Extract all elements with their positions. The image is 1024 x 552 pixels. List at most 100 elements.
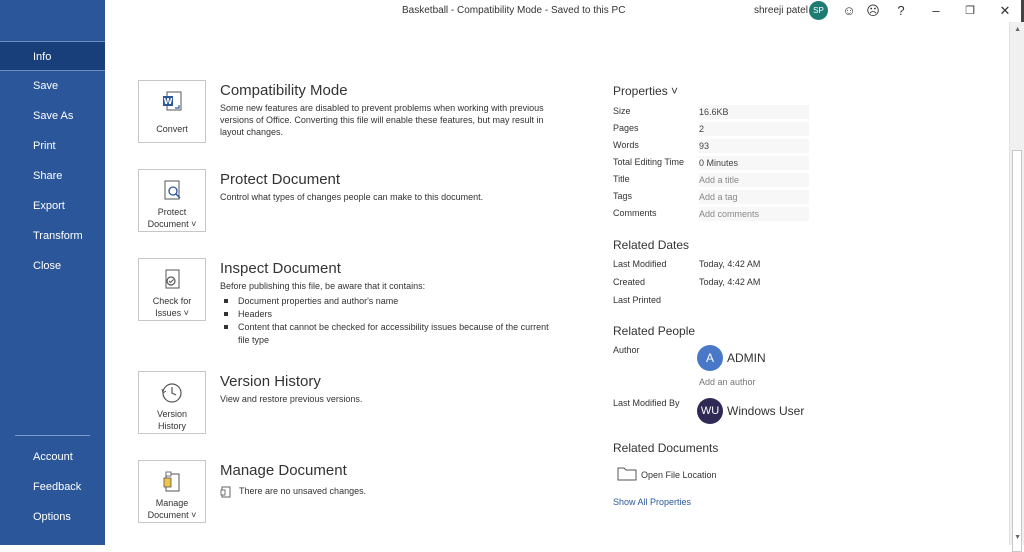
help-icon[interactable]: ? [892, 2, 910, 20]
related-dates-heading: Related Dates [613, 238, 690, 252]
author-label: Author [613, 345, 640, 355]
prop-tags-label: Tags [613, 191, 633, 201]
created-label: Created [613, 277, 646, 287]
modified-by-name[interactable]: Windows User [727, 404, 804, 418]
window-title: Basketball - Compatibility Mode - Saved … [402, 5, 626, 16]
checklist-icon [165, 269, 180, 289]
last-modified-by-label: Last Modified By [613, 398, 680, 408]
title-bar: Basketball - Compatibility Mode - Saved … [105, 0, 1024, 22]
nav-close[interactable]: Close [0, 251, 105, 281]
check-for-issues-button[interactable]: Check for Issues ˅ [138, 258, 206, 321]
manage-desc: There are no unsaved changes. [239, 486, 367, 496]
prop-editing-time-label: Total Editing Time [613, 157, 685, 167]
version-desc: View and restore previous versions. [220, 394, 363, 404]
manage-label-2: Document ˅ [147, 510, 197, 520]
nav-info[interactable]: Info [0, 41, 105, 71]
manage-doc-icon [163, 471, 180, 492]
version-section: Version History View and restore previou… [220, 373, 560, 405]
version-label-1: Version [156, 409, 188, 419]
nav-print[interactable]: Print [0, 131, 105, 161]
created-value: Today, 4:42 AM [699, 277, 761, 287]
manage-title: Manage Document [220, 462, 347, 479]
compat-desc: Some new features are disabled to preven… [220, 103, 544, 137]
manage-desc-row: There are no unsaved changes. [220, 485, 560, 498]
inspect-section: Inspect Document Before publishing this … [220, 260, 560, 347]
inspect-bullet: Headers [220, 308, 560, 321]
show-all-properties-link[interactable]: Show All Properties [613, 497, 691, 507]
lock-search-icon [164, 180, 181, 200]
properties-heading[interactable]: Properties ˅ [613, 84, 678, 98]
scroll-down-icon[interactable]: ▼ [1014, 534, 1021, 541]
version-label-2: History [157, 421, 186, 431]
manage-document-button[interactable]: Manage Document ˅ [138, 460, 206, 523]
nav-feedback[interactable]: Feedback [0, 472, 105, 502]
prop-title-label: Title [613, 174, 630, 184]
prop-size-value: 16.6KB [699, 105, 809, 119]
protect-label-2: Document ˅ [147, 219, 197, 229]
nav-options[interactable]: Options [0, 502, 105, 532]
version-history-button[interactable]: Version History [138, 371, 206, 434]
nav-transform[interactable]: Transform [0, 221, 105, 251]
protect-label-1: Protect [157, 207, 187, 217]
inspect-desc: Before publishing this file, be aware th… [220, 281, 426, 291]
author-avatar[interactable]: A [697, 345, 723, 371]
protect-desc: Control what types of changes people can… [220, 192, 484, 202]
nav-separator [15, 435, 90, 436]
last-modified-value: Today, 4:42 AM [699, 259, 761, 269]
prop-editing-time-value: 0 Minutes [699, 156, 809, 170]
related-people-heading: Related People [613, 324, 696, 338]
inspect-bullet: Document properties and author's name [220, 295, 560, 308]
folder-icon [617, 465, 637, 481]
frown-icon[interactable]: ☹ [864, 2, 882, 20]
nav-share[interactable]: Share [0, 161, 105, 191]
convert-doc-icon: W [163, 91, 182, 111]
last-printed-label: Last Printed [613, 295, 662, 305]
check-label-1: Check for [152, 296, 192, 306]
prop-comments-label: Comments [613, 208, 657, 218]
restore-icon[interactable]: ❐ [961, 2, 979, 20]
user-name[interactable]: shreeji patel [754, 5, 808, 16]
compat-title: Compatibility Mode [220, 82, 348, 99]
nav-export[interactable]: Export [0, 191, 105, 221]
prop-size-label: Size [613, 106, 631, 116]
compat-section: Compatibility Mode Some new features are… [220, 82, 560, 138]
svg-text:W: W [164, 97, 173, 106]
nav-save[interactable]: Save [0, 71, 105, 101]
protect-section: Protect Document Control what types of c… [220, 171, 560, 203]
check-label-2: Issues ˅ [155, 308, 189, 318]
protect-title: Protect Document [220, 171, 341, 188]
convert-button[interactable]: W Convert [138, 80, 206, 143]
prop-pages-value: 2 [699, 122, 809, 136]
scroll-up-icon[interactable]: ▲ [1014, 26, 1021, 33]
version-title: Version History [220, 373, 321, 390]
scroll-thumb[interactable] [1012, 150, 1022, 552]
smiley-icon[interactable]: ☺ [840, 2, 858, 20]
author-name[interactable]: ADMIN [727, 351, 766, 365]
open-file-location-link[interactable]: Open File Location [641, 470, 717, 480]
add-author-link[interactable]: Add an author [699, 377, 756, 387]
prop-comments-input[interactable]: Add comments [699, 207, 809, 221]
clock-history-icon [161, 383, 182, 403]
close-window-icon[interactable]: ✕ [996, 2, 1014, 20]
protect-document-button[interactable]: Protect Document ˅ [138, 169, 206, 232]
prop-tags-input[interactable]: Add a tag [699, 190, 809, 204]
manage-label-1: Manage [155, 498, 189, 508]
prop-pages-label: Pages [613, 123, 639, 133]
modified-by-avatar[interactable]: WU [697, 398, 723, 424]
inspect-bullets: Document properties and author's name He… [220, 295, 560, 347]
nav-account[interactable]: Account [0, 442, 105, 472]
last-modified-label: Last Modified [613, 259, 667, 269]
prop-words-value: 93 [699, 139, 809, 153]
minimize-icon[interactable]: – [927, 2, 945, 20]
nav-save-as[interactable]: Save As [0, 101, 105, 131]
inspect-title: Inspect Document [220, 260, 341, 277]
vertical-scrollbar[interactable]: ▲ ▼ [1009, 22, 1024, 552]
manage-section: Manage Document There are no unsaved cha… [220, 462, 560, 498]
inspect-bullet: Content that cannot be checked for acces… [220, 321, 560, 347]
prop-title-input[interactable]: Add a title [699, 173, 809, 187]
user-avatar[interactable]: SP [809, 1, 828, 20]
backstage-sidebar: Info Save Save As Print Share Export Tra… [0, 0, 105, 545]
prop-words-label: Words [613, 140, 639, 150]
document-icon [220, 486, 232, 498]
related-documents-heading: Related Documents [613, 441, 719, 455]
